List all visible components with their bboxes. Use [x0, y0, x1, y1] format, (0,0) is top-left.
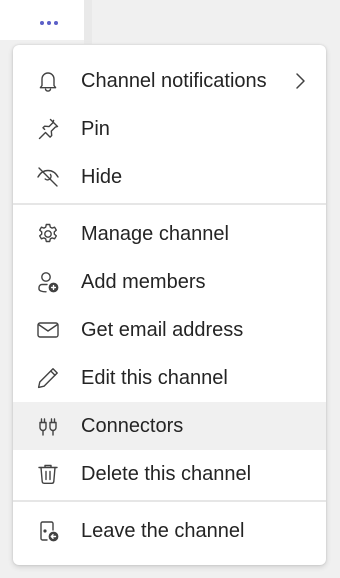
menu-item-manage-channel[interactable]: Manage channel	[13, 210, 326, 258]
more-dot	[54, 21, 58, 25]
more-options-button[interactable]	[34, 10, 64, 36]
channel-context-menu: Channel notifications Pin Hide Manage ch…	[13, 45, 326, 565]
menu-item-add-members[interactable]: Add members	[13, 258, 326, 306]
leave-door-icon	[35, 518, 61, 544]
menu-item-hide[interactable]: Hide	[13, 153, 326, 201]
menu-item-label: Hide	[81, 166, 123, 188]
more-horizontal-icon	[40, 21, 44, 25]
pane-divider	[84, 0, 92, 44]
menu-item-label: Pin	[81, 118, 110, 140]
menu-item-label: Delete this channel	[81, 463, 252, 485]
person-add-icon	[35, 269, 61, 295]
menu-separator	[13, 500, 326, 502]
menu-item-label: Connectors	[81, 415, 184, 437]
bell-icon	[35, 68, 61, 94]
teams-channel-view: Channel notifications Pin Hide Manage ch…	[0, 0, 340, 578]
trash-icon	[35, 461, 61, 487]
chevron-right-icon	[290, 70, 310, 92]
menu-item-pin[interactable]: Pin	[13, 105, 326, 153]
menu-item-label: Leave the channel	[81, 520, 245, 542]
menu-item-label: Add members	[81, 271, 206, 293]
menu-item-edit-this-channel[interactable]: Edit this channel	[13, 354, 326, 402]
menu-separator	[13, 203, 326, 205]
mail-icon	[35, 317, 61, 343]
menu-item-delete-this-channel[interactable]: Delete this channel	[13, 450, 326, 498]
menu-item-label: Get email address	[81, 319, 244, 341]
menu-item-channel-notifications[interactable]: Channel notifications	[13, 57, 326, 105]
pin-icon	[35, 116, 61, 142]
gear-icon	[35, 221, 61, 247]
menu-item-connectors[interactable]: Connectors	[13, 402, 326, 450]
more-dot	[47, 21, 51, 25]
channel-list-item[interactable]	[0, 0, 84, 40]
menu-item-leave-the-channel[interactable]: Leave the channel	[13, 507, 326, 555]
eye-off-icon	[35, 164, 61, 190]
menu-item-label: Edit this channel	[81, 367, 228, 389]
plug-icon	[35, 413, 61, 439]
menu-item-label: Manage channel	[81, 223, 229, 245]
menu-item-label: Channel notifications	[81, 70, 267, 92]
menu-item-get-email-address[interactable]: Get email address	[13, 306, 326, 354]
pencil-icon	[35, 365, 61, 391]
